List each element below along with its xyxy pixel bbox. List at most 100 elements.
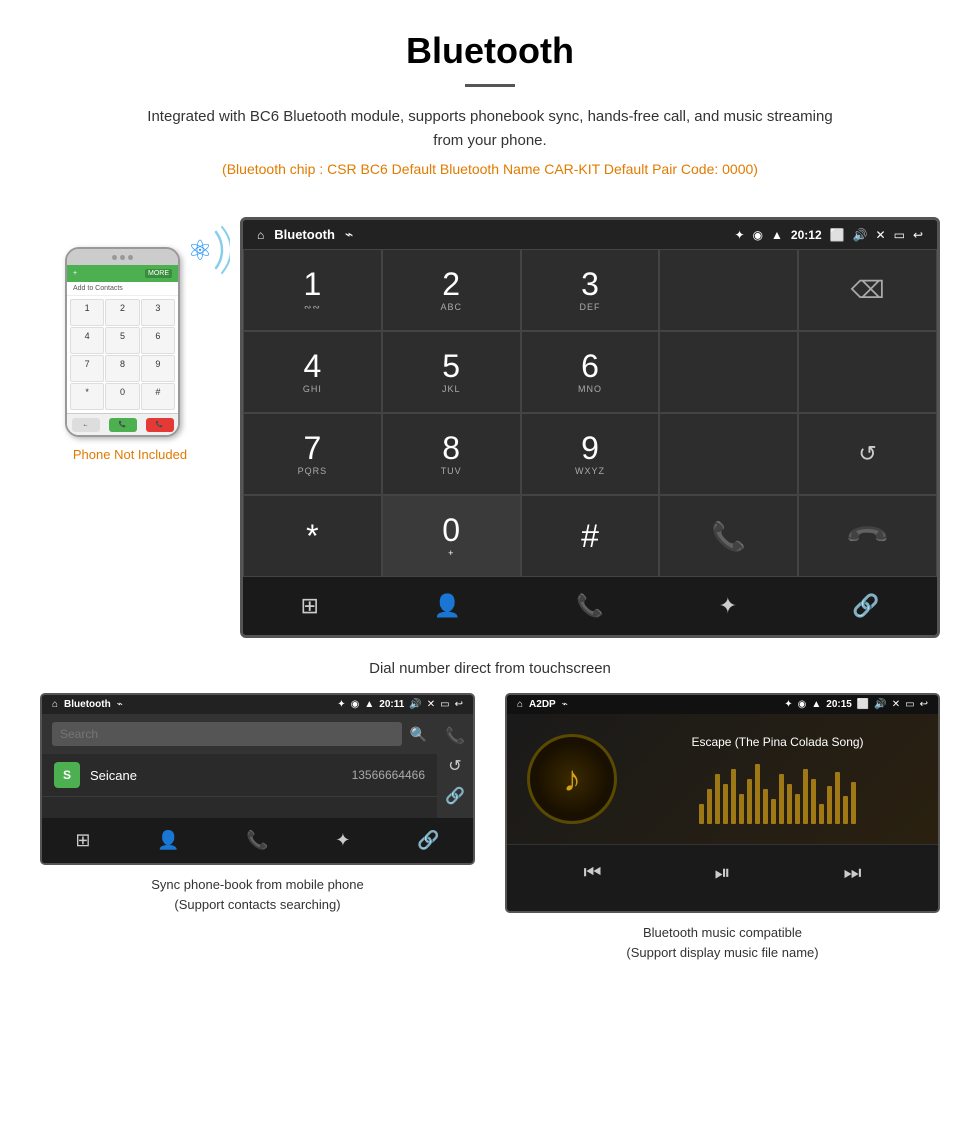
a2dp-x-icon[interactable]: ✕ bbox=[892, 699, 900, 710]
a2dp-right: Escape (The Pina Colada Song) bbox=[637, 735, 918, 824]
dial-call-green[interactable]: 📞 bbox=[659, 495, 798, 577]
pb-status-left: ⌂ Bluetooth ⌁ bbox=[52, 699, 123, 710]
pb-side-refresh-icon[interactable]: ↺ bbox=[448, 756, 461, 776]
pb-nav-phone[interactable]: 📞 bbox=[234, 826, 280, 855]
pb-search-input[interactable] bbox=[52, 722, 402, 746]
dial-key-5[interactable]: 5JKL bbox=[382, 331, 521, 413]
pb-time: 20:11 bbox=[379, 699, 404, 710]
eq-visualizer bbox=[699, 764, 856, 824]
car-screen-large: ⌂ Bluetooth ⌁ ✦ ◉ ▲ 20:12 ⬜ 🔊 ✕ ▭ ↩ 1∾∾ bbox=[240, 217, 940, 638]
phonebook-screen: ⌂ Bluetooth ⌁ ✦ ◉ ▲ 20:11 🔊 ✕ ▭ ↩ bbox=[40, 693, 475, 865]
pb-side-link-icon[interactable]: 🔗 bbox=[445, 786, 465, 806]
pb-back-icon[interactable]: ↩ bbox=[455, 699, 463, 710]
eq-bar bbox=[723, 784, 728, 824]
phone-add-contacts: Add to Contacts bbox=[67, 282, 178, 296]
pb-nav-contacts[interactable]: 👤 bbox=[145, 826, 191, 855]
a2dp-status-right: ✦ ◉ ▲ 20:15 ⬜ 🔊 ✕ ▭ ↩ bbox=[784, 699, 928, 710]
bottom-screenshots: ⌂ Bluetooth ⌁ ✦ ◉ ▲ 20:11 🔊 ✕ ▭ ↩ bbox=[0, 693, 980, 982]
phone-back-btn: ← bbox=[72, 418, 100, 432]
phone-key-5: 5 bbox=[105, 327, 139, 354]
pb-nav-link[interactable]: 🔗 bbox=[405, 826, 451, 855]
page-title: Bluetooth bbox=[20, 30, 960, 72]
pb-x-icon[interactable]: ✕ bbox=[427, 699, 435, 710]
eq-bar bbox=[843, 796, 848, 824]
phone-key-9: 9 bbox=[141, 355, 175, 382]
contact-phone: 13566664466 bbox=[352, 768, 425, 782]
dial-key-star[interactable]: * bbox=[243, 495, 382, 577]
phone-dot-1 bbox=[112, 255, 117, 260]
contact-avatar: S bbox=[54, 762, 80, 788]
home-icon[interactable]: ⌂ bbox=[257, 228, 264, 242]
status-title: Bluetooth bbox=[274, 227, 335, 242]
play-pause-btn[interactable]: ⏯ bbox=[695, 857, 751, 890]
pb-status-bar: ⌂ Bluetooth ⌁ ✦ ◉ ▲ 20:11 🔊 ✕ ▭ ↩ bbox=[42, 695, 473, 714]
pb-home-icon[interactable]: ⌂ bbox=[52, 699, 58, 710]
usb-icon: ⌁ bbox=[345, 226, 353, 243]
pb-side-phone-icon[interactable]: 📞 bbox=[445, 726, 465, 746]
back-icon[interactable]: ↩ bbox=[913, 228, 923, 242]
main-caption: Dial number direct from touchscreen bbox=[0, 648, 980, 693]
a2dp-status-bar: ⌂ A2DP ⌁ ✦ ◉ ▲ 20:15 ⬜ 🔊 ✕ ▭ ↩ bbox=[507, 695, 938, 714]
nav-grid-icon[interactable]: ⊞ bbox=[280, 587, 338, 625]
pb-nav-grid[interactable]: ⊞ bbox=[63, 826, 102, 855]
phone-key-star: * bbox=[70, 383, 104, 410]
eq-bar bbox=[699, 804, 704, 824]
a2dp-status-left: ⌂ A2DP ⌁ bbox=[517, 699, 568, 710]
dial-key-1[interactable]: 1∾∾ bbox=[243, 249, 382, 331]
dial-refresh[interactable]: ↺ bbox=[798, 413, 937, 495]
dial-empty-2 bbox=[659, 331, 798, 413]
eq-bar bbox=[851, 782, 856, 824]
pb-nav-bt[interactable]: ✦ bbox=[323, 826, 362, 855]
prev-btn[interactable]: ⏮ bbox=[564, 857, 622, 890]
title-divider bbox=[465, 84, 515, 87]
a2dp-controls: ⏮ ⏯ ⏭ bbox=[507, 844, 938, 902]
dial-key-8[interactable]: 8TUV bbox=[382, 413, 521, 495]
dial-key-hash[interactable]: # bbox=[521, 495, 660, 577]
pb-status-right: ✦ ◉ ▲ 20:11 🔊 ✕ ▭ ↩ bbox=[337, 699, 463, 710]
a2dp-home-icon[interactable]: ⌂ bbox=[517, 699, 523, 710]
phone-key-6: 6 bbox=[141, 327, 175, 354]
dial-call-red[interactable]: 📞 bbox=[798, 495, 937, 577]
phone-key-7: 7 bbox=[70, 355, 104, 382]
a2dp-title: A2DP bbox=[529, 699, 556, 710]
pb-volume-icon[interactable]: 🔊 bbox=[409, 699, 421, 710]
x-close-icon[interactable]: ✕ bbox=[876, 228, 886, 242]
a2dp-back-icon[interactable]: ↩ bbox=[920, 699, 928, 710]
a2dp-main: ♪ Escape (The Pina Colada Song) bbox=[507, 714, 938, 844]
phone-key-8: 8 bbox=[105, 355, 139, 382]
main-content-area: ⚛ + MORE Add to Contacts 1 bbox=[0, 207, 980, 648]
phone-screen-label: + bbox=[73, 270, 77, 277]
dial-key-4[interactable]: 4GHI bbox=[243, 331, 382, 413]
bluetooth-waves-icon: ⚛ bbox=[170, 222, 230, 277]
phone-key-2: 2 bbox=[105, 299, 139, 326]
a2dp-time: 20:15 bbox=[826, 699, 852, 710]
phone-illustration: ⚛ + MORE Add to Contacts 1 bbox=[65, 247, 195, 437]
status-left: ⌂ Bluetooth ⌁ bbox=[257, 226, 353, 243]
dial-key-6[interactable]: 6MNO bbox=[521, 331, 660, 413]
eq-bar bbox=[795, 794, 800, 824]
a2dp-volume-icon[interactable]: 🔊 bbox=[874, 699, 886, 710]
status-right: ✦ ◉ ▲ 20:12 ⬜ 🔊 ✕ ▭ ↩ bbox=[734, 228, 923, 242]
dial-key-0[interactable]: 0+ bbox=[382, 495, 521, 577]
eq-bar bbox=[835, 772, 840, 824]
eq-bar bbox=[763, 789, 768, 824]
eq-bar bbox=[787, 784, 792, 824]
nav-contacts-icon[interactable]: 👤 bbox=[414, 587, 481, 625]
nav-phone-icon[interactable]: 📞 bbox=[556, 587, 623, 625]
next-btn[interactable]: ⏭ bbox=[824, 857, 882, 890]
dial-key-3[interactable]: 3DEF bbox=[521, 249, 660, 331]
dial-key-7[interactable]: 7PQRS bbox=[243, 413, 382, 495]
dial-backspace[interactable]: ⌫ bbox=[798, 249, 937, 331]
page-specs: (Bluetooth chip : CSR BC6 Default Blueto… bbox=[20, 161, 960, 177]
volume-icon[interactable]: 🔊 bbox=[853, 228, 868, 242]
dial-key-9[interactable]: 9WXYZ bbox=[521, 413, 660, 495]
nav-bluetooth-icon[interactable]: ✦ bbox=[699, 587, 757, 625]
a2dp-bt-icon: ✦ bbox=[784, 699, 792, 710]
a2dp-usb-icon: ⌁ bbox=[562, 699, 568, 710]
a2dp-item: ⌂ A2DP ⌁ ✦ ◉ ▲ 20:15 ⬜ 🔊 ✕ ▭ ↩ bbox=[505, 693, 940, 962]
dial-key-2[interactable]: 2ABC bbox=[382, 249, 521, 331]
pb-title: Bluetooth bbox=[64, 699, 111, 710]
phone-keypad: 1 2 3 4 5 6 7 8 9 * 0 # bbox=[67, 296, 178, 413]
search-icon[interactable]: 🔍 bbox=[410, 726, 427, 743]
nav-link-icon[interactable]: 🔗 bbox=[832, 587, 899, 625]
